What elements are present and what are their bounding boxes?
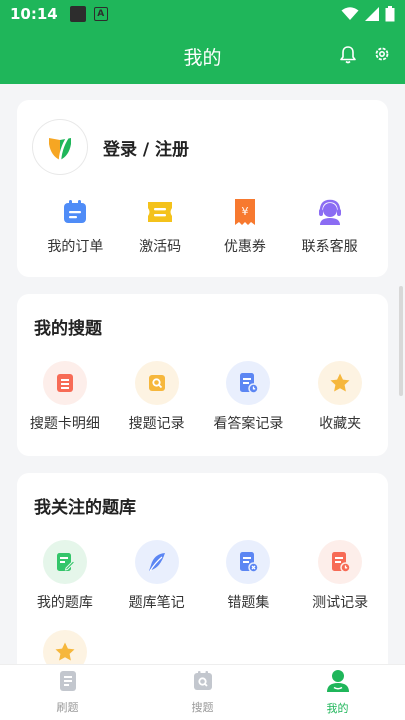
wrong-questions-button[interactable]: 错题集 (203, 540, 295, 612)
edit-doc-icon (42, 540, 87, 584)
grid-item-label: 搜题记录 (128, 416, 185, 432)
tab-search[interactable]: 搜题 (135, 665, 270, 720)
headset-icon (314, 196, 346, 228)
gear-icon[interactable] (373, 45, 391, 67)
grid-item-label: 收藏夹 (319, 416, 362, 432)
favorites-bank-button[interactable] (19, 630, 111, 664)
section-title: 我的搜题 (34, 319, 102, 339)
wifi-icon (341, 7, 359, 20)
list-card-icon (42, 361, 87, 405)
my-question-bank-button[interactable]: 我的题库 (19, 540, 111, 612)
tab-mine[interactable]: 我的 (270, 665, 405, 720)
profile-content: 登录 / 注册 我的订单 激活码 ¥ 优惠券 联系客服 我的搜题 搜题卡明细 搜… (0, 84, 405, 664)
tab-label: 搜题 (191, 701, 214, 714)
signal-icon (365, 7, 379, 21)
tab-label: 刷题 (56, 701, 79, 714)
search-record-icon (134, 361, 179, 405)
my-search-section: 我的搜题 搜题卡明细 搜题记录 看答案记录 收藏夹 (17, 294, 388, 456)
page-title: 我的 (183, 46, 222, 69)
tab-practice[interactable]: 刷题 (0, 665, 135, 720)
login-register-link[interactable]: 登录 / 注册 (103, 135, 189, 160)
grid-item-label: 搜题卡明细 (29, 416, 100, 432)
favorites-button[interactable]: 收藏夹 (294, 361, 386, 433)
practice-icon (57, 670, 79, 696)
quick-action-label: 激活码 (139, 239, 182, 255)
followed-banks-grid: 我的题库 题库笔记 错题集 测试记录 (17, 540, 388, 612)
grid-item-label: 题库笔记 (128, 595, 185, 611)
star-icon (318, 361, 363, 405)
ticket-icon (144, 196, 176, 228)
wrong-doc-icon (226, 540, 271, 584)
grid-item-label: 错题集 (227, 595, 270, 611)
calendar-order-icon (59, 196, 91, 228)
quick-actions: 我的订单 激活码 ¥ 优惠券 联系客服 (33, 196, 372, 256)
coupons-button[interactable]: ¥ 优惠券 (203, 196, 288, 256)
activation-code-button[interactable]: 激活码 (118, 196, 203, 256)
search-history-button[interactable]: 搜题记录 (111, 361, 203, 433)
contact-support-button[interactable]: 联系客服 (287, 196, 372, 256)
answer-history-button[interactable]: 看答案记录 (203, 361, 295, 433)
app-logo-icon (33, 120, 87, 174)
section-title: 我关注的题库 (34, 498, 136, 518)
status-time: 10:14 (10, 5, 58, 23)
test-doc-icon (318, 540, 363, 584)
answer-doc-icon (226, 361, 271, 405)
my-orders-button[interactable]: 我的订单 (33, 196, 118, 256)
notification-square-icon (69, 6, 86, 22)
quick-action-label: 我的订单 (47, 239, 104, 255)
followed-banks-grid-row2 (17, 630, 388, 664)
svg-text:¥: ¥ (241, 205, 248, 218)
grid-item-label: 看答案记录 (213, 416, 284, 432)
quick-action-label: 联系客服 (301, 239, 358, 255)
quick-action-label: 优惠券 (223, 239, 266, 255)
app-header: 我的 (0, 28, 405, 84)
a-notification-icon: A (93, 7, 108, 21)
login-card: 登录 / 注册 我的订单 激活码 ¥ 优惠券 联系客服 (17, 100, 388, 277)
search-card-details-button[interactable]: 搜题卡明细 (19, 361, 111, 433)
search-tab-icon (192, 670, 214, 696)
coupon-icon: ¥ (229, 196, 261, 228)
status-bar: 10:14 A (0, 0, 405, 28)
grid-item-label: 我的题库 (36, 595, 93, 611)
test-records-button[interactable]: 测试记录 (294, 540, 386, 612)
bank-notes-button[interactable]: 题库笔记 (111, 540, 203, 612)
bell-icon[interactable] (339, 45, 357, 68)
profile-icon (326, 669, 350, 697)
feather-icon (134, 540, 179, 584)
battery-icon (385, 6, 395, 22)
my-search-grid: 搜题卡明细 搜题记录 看答案记录 收藏夹 (17, 361, 388, 433)
star-icon (42, 630, 87, 664)
grid-item-label: 测试记录 (312, 595, 369, 611)
scrollbar[interactable] (399, 286, 403, 396)
tab-label: 我的 (326, 702, 349, 715)
login-row[interactable]: 登录 / 注册 (33, 120, 372, 174)
bottom-tab-bar: 刷题 搜题 我的 (0, 664, 405, 720)
followed-banks-section: 我关注的题库 我的题库 题库笔记 错题集 测试记录 (17, 473, 388, 664)
